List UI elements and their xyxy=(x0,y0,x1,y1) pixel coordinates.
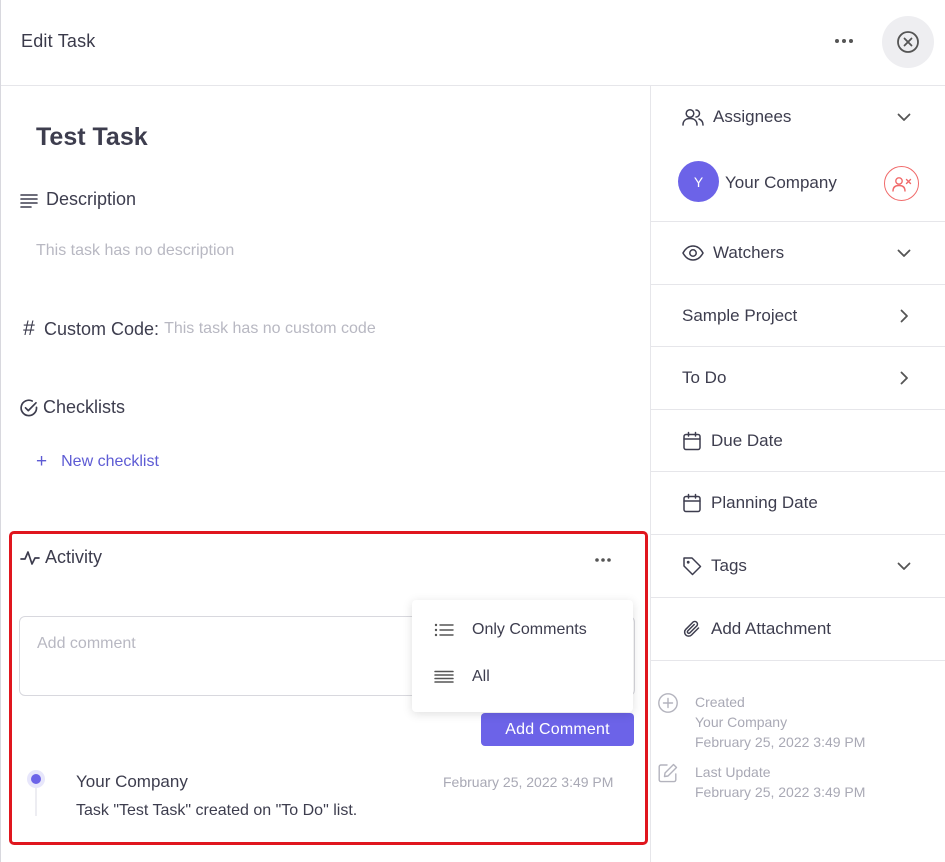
chevron-down-icon xyxy=(897,113,911,121)
assignees-header[interactable]: Assignees xyxy=(682,107,791,127)
plus-circle-icon xyxy=(658,693,678,713)
activity-header: Activity xyxy=(20,547,102,568)
more-horizontal-icon xyxy=(835,39,853,43)
close-icon xyxy=(897,31,919,53)
assignee-name: Your Company xyxy=(725,173,837,192)
project-label: Sample Project xyxy=(682,306,798,325)
custom-code-label: Custom Code: xyxy=(44,318,160,339)
custom-code-row: # Custom Code: This task has no custom c… xyxy=(20,317,376,341)
activity-entry-text: Task "Test Task" created on "To Do" list… xyxy=(76,802,358,819)
updated-label: Last Update xyxy=(695,764,771,780)
assignees-expand[interactable] xyxy=(895,108,913,126)
tags-label: Tags xyxy=(711,556,747,575)
panel-header: Edit Task xyxy=(1,0,945,86)
user-remove-icon xyxy=(891,176,911,192)
planning-date-row[interactable]: Planning Date xyxy=(651,472,945,535)
watchers-header: Watchers xyxy=(682,243,784,263)
menu-item-only-comments[interactable]: Only Comments xyxy=(434,621,587,639)
watchers-label: Watchers xyxy=(713,243,785,262)
hash-icon: # xyxy=(23,317,35,340)
description-header: Description xyxy=(20,189,136,210)
watchers-expand[interactable] xyxy=(895,244,913,262)
task-main: Test Task Description This task has no d… xyxy=(1,86,651,862)
chevron-down-icon xyxy=(897,562,911,570)
align-justify-icon xyxy=(434,670,454,683)
check-circle-icon xyxy=(20,398,38,416)
eye-icon xyxy=(682,245,704,261)
description-empty-text[interactable]: This task has no description xyxy=(36,242,234,260)
project-arrow xyxy=(895,307,913,325)
created-label: Created xyxy=(695,694,745,710)
updated-time: February 25, 2022 3:49 PM xyxy=(695,784,866,800)
remove-assignee-button[interactable] xyxy=(884,166,919,201)
due-date-header: Due Date xyxy=(682,431,783,451)
activity-section: Activity Add comment Add Comment Only Co… xyxy=(9,531,648,845)
assignees-section: Assignees Y Your Company xyxy=(651,86,945,222)
status-row[interactable]: To Do xyxy=(651,347,945,410)
assignees-label: Assignees xyxy=(713,107,792,126)
list-icon xyxy=(434,623,454,637)
timeline-line xyxy=(35,788,37,816)
activity-label: Activity xyxy=(45,547,103,567)
due-date-label: Due Date xyxy=(711,431,783,450)
watchers-row[interactable]: Watchers xyxy=(651,222,945,285)
due-date-row[interactable]: Due Date xyxy=(651,410,945,472)
project-row[interactable]: Sample Project xyxy=(651,285,945,347)
users-icon xyxy=(682,108,704,126)
menu-item-label: Only Comments xyxy=(472,621,587,638)
more-horizontal-icon xyxy=(595,558,611,562)
close-button[interactable] xyxy=(882,16,934,68)
edit-task-panel: Edit Task Test Task Description This tas… xyxy=(0,0,945,862)
add-comment-button[interactable]: Add Comment xyxy=(481,713,634,746)
chevron-right-icon xyxy=(900,309,908,323)
created-by: Your Company xyxy=(695,714,788,730)
new-checklist-label: New checklist xyxy=(61,453,159,470)
avatar: Y xyxy=(678,161,719,202)
calendar-icon xyxy=(683,431,701,451)
panel-title: Edit Task xyxy=(21,31,96,51)
created-meta: Created Your Company February 25, 2022 3… xyxy=(655,692,865,752)
tags-row[interactable]: Tags xyxy=(651,535,945,598)
activity-more-button[interactable] xyxy=(588,547,618,573)
calendar-icon xyxy=(683,493,701,513)
planning-date-header: Planning Date xyxy=(682,493,818,513)
add-attachment-row[interactable]: Add Attachment xyxy=(651,598,945,661)
activity-pulse-icon xyxy=(20,550,40,565)
checklists-header: Checklists xyxy=(19,397,125,418)
add-attachment-header: Add Attachment xyxy=(682,619,831,639)
menu-item-label: All xyxy=(472,668,490,685)
paperclip-icon xyxy=(683,620,700,637)
task-sidebar: Assignees Y Your Company Watchers Sample… xyxy=(651,86,945,862)
activity-entry-user: Your Company xyxy=(76,772,188,791)
new-checklist-button[interactable]: + New checklist xyxy=(36,451,159,473)
task-title[interactable]: Test Task xyxy=(36,123,148,152)
edit-icon xyxy=(658,763,678,783)
status-label: To Do xyxy=(682,368,727,387)
activity-filter-menu: Only Comments All xyxy=(412,600,633,712)
tags-header: Tags xyxy=(682,556,747,576)
checklists-label: Checklists xyxy=(43,397,126,417)
add-attachment-label: Add Attachment xyxy=(711,619,832,638)
timeline-dot xyxy=(27,770,45,788)
custom-code-empty-text[interactable]: This task has no custom code xyxy=(164,320,376,338)
tags-expand[interactable] xyxy=(895,557,913,575)
chevron-right-icon xyxy=(900,371,908,385)
menu-item-all[interactable]: All xyxy=(434,668,490,686)
more-options-button[interactable] xyxy=(827,26,861,56)
planning-date-label: Planning Date xyxy=(711,493,818,512)
description-label: Description xyxy=(46,189,137,209)
tag-icon xyxy=(683,557,702,576)
align-left-icon xyxy=(20,193,38,208)
plus-icon: + xyxy=(36,451,48,472)
created-time: February 25, 2022 3:49 PM xyxy=(695,734,866,750)
activity-entry-time: February 25, 2022 3:49 PM xyxy=(443,774,614,790)
updated-meta: Last Update February 25, 2022 3:49 PM xyxy=(655,762,865,802)
status-arrow xyxy=(895,369,913,387)
chevron-down-icon xyxy=(897,249,911,257)
